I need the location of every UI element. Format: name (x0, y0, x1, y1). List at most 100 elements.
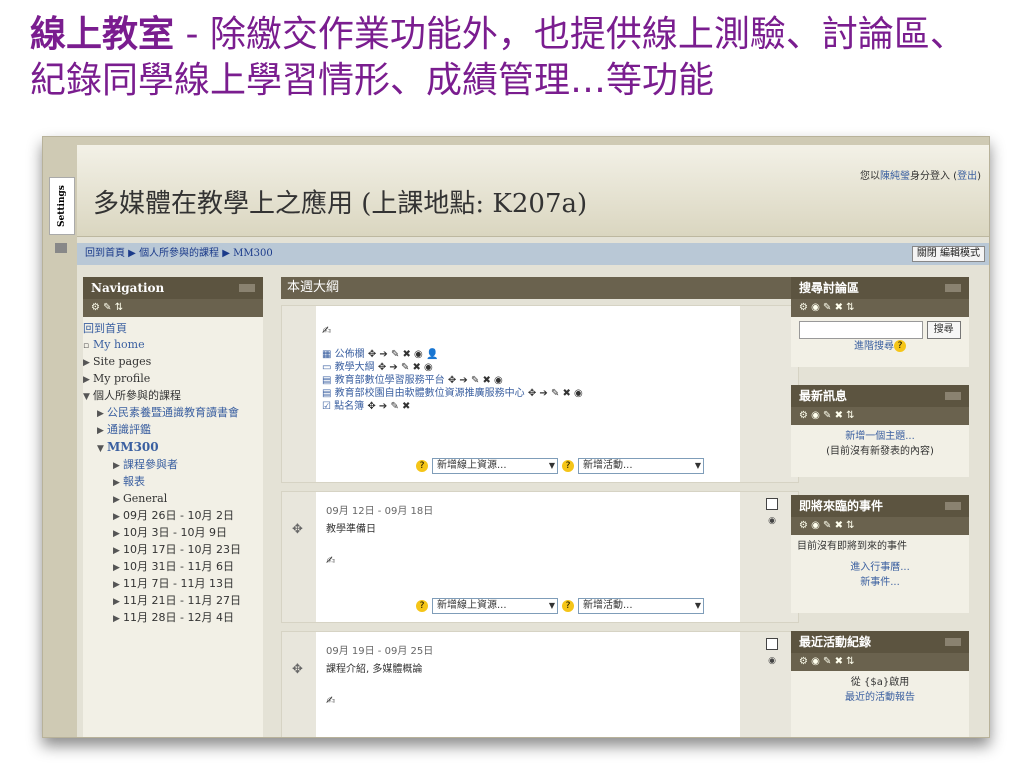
block-controls[interactable]: ⚙ ◉ ✎ ✖ ⇅ (791, 517, 969, 535)
search-button[interactable]: 搜尋 (926, 321, 961, 339)
highlight-checkbox[interactable] (766, 638, 778, 650)
add-resource-select[interactable]: 新增線上資源... ▼ (432, 458, 558, 474)
resource-item[interactable]: ▦ 公佈欄 ✥ ➔ ✎ ✖ ◉ 👤 (322, 348, 583, 361)
help-icon[interactable]: ? (416, 460, 428, 472)
user-link[interactable]: 陳純瑩 (880, 171, 910, 182)
nav-my-home[interactable]: ▫ My home (83, 337, 263, 354)
logout-link[interactable]: 登出 (957, 171, 977, 182)
add-activity-select[interactable]: 新增活動... ▼ (578, 458, 704, 474)
collapse-icon[interactable] (945, 284, 961, 292)
collapse-icon[interactable] (945, 392, 961, 400)
new-event-link[interactable]: 新事件... (797, 575, 963, 590)
nav-sub-item[interactable]: ▶ 報表 (83, 474, 263, 491)
resource-edit-icons[interactable]: ✥ ➔ ✎ ✖ ◉ (528, 388, 583, 399)
block-controls[interactable]: ⚙ ◉ ✎ ✖ ⇅ (791, 299, 969, 317)
nav-sub-item[interactable]: ▶ 11月 7日 - 11月 13日 (83, 576, 263, 593)
nav-my-profile-label: My profile (93, 372, 151, 385)
latest-news-block: 最新訊息 ⚙ ◉ ✎ ✖ ⇅ 新增一個主題... (目前沒有新發表的內容) (791, 385, 969, 477)
nav-sub-label: 10月 3日 - 10月 9日 (123, 526, 227, 539)
help-icon[interactable]: ? (562, 600, 574, 612)
dock-icon[interactable] (55, 243, 67, 253)
help-icon[interactable]: ? (416, 600, 428, 612)
block-controls[interactable]: ⚙ ✎ ⇅ (83, 299, 263, 317)
eye-icon[interactable]: ◉ (768, 516, 776, 526)
expand-icon: ▶ (97, 426, 104, 436)
nav-current-course[interactable]: ▼ MM300 (83, 439, 263, 457)
expand-icon: ▶ (83, 375, 90, 385)
add-resource-select[interactable]: 新增線上資源... ▼ (432, 598, 558, 614)
page-icon: ▤ (322, 388, 332, 399)
section-week-1: ✥ 09月 12日 - 09月 18日 教學準備日 ✍ ? 新增線上資源... ▼?… (281, 491, 799, 623)
nav-course-2[interactable]: ▶ 通識評鑑 (83, 422, 263, 439)
forum-icon: ▦ (322, 349, 332, 360)
collapse-icon[interactable] (945, 638, 961, 646)
moodle-screenshot: Settings 多媒體在教學上之應用 (上課地點: K207a) 您以陳純瑩身… (42, 136, 990, 738)
search-forums-block: 搜尋討論區 ⚙ ◉ ✎ ✖ ⇅ 搜尋 進階搜尋? (791, 277, 969, 367)
resource-name: 教育部校園自由軟體數位資源推廣服務中心 (334, 388, 525, 399)
week-summary: 教學準備日 (326, 524, 376, 535)
highlight-checkbox[interactable] (766, 498, 778, 510)
help-icon[interactable]: ? (562, 460, 574, 472)
resource-item[interactable]: ☑ 點名簿 ✥ ➔ ✎ ✖ (322, 400, 583, 413)
nav-sub-item[interactable]: ▶ 09月 26日 - 10月 2日 (83, 508, 263, 525)
resource-name: 公佈欄 (334, 349, 365, 360)
collapse-icon[interactable] (945, 502, 961, 510)
add-activity-label: 新增活動... (583, 460, 633, 471)
block-body: 新增一個主題... (目前沒有新發表的內容) (791, 425, 969, 463)
breadcrumb-home[interactable]: 回到首頁 (85, 248, 125, 259)
resource-edit-icons[interactable]: ✥ ➔ ✎ ✖ ◉ (448, 375, 503, 386)
breadcrumb-courses[interactable]: 個人所參與的課程 (139, 248, 219, 259)
advanced-search-link[interactable]: 進階搜尋? (797, 339, 963, 354)
nav-sub-item[interactable]: ▶ General (83, 491, 263, 508)
nav-sub-item[interactable]: ▶ 10月 31日 - 11月 6日 (83, 559, 263, 576)
resource-edit-icons[interactable]: ✥ ➔ ✎ ✖ ◉ (378, 362, 433, 373)
block-controls[interactable]: ⚙ ◉ ✎ ✖ ⇅ (791, 407, 969, 425)
resource-item[interactable]: ▭ 教學大綱 ✥ ➔ ✎ ✖ ◉ (322, 361, 583, 374)
resource-edit-icons[interactable]: ✥ ➔ ✎ ✖ (367, 401, 410, 412)
expand-icon: ▶ (113, 529, 120, 539)
expand-icon: ▶ (97, 409, 104, 419)
nav-my-courses[interactable]: ▼ 個人所參與的課程 (83, 388, 263, 405)
nav-sub-item[interactable]: ▶ 10月 3日 - 10月 9日 (83, 525, 263, 542)
navigation-tree: 回到首頁 ▫ My home ▶ Site pages ▶ My profile ▼ 個… (83, 317, 263, 631)
nav-sub-item[interactable]: ▶ 11月 21日 - 11月 27日 (83, 593, 263, 610)
add-topic-link[interactable]: 新增一個主題... (797, 429, 963, 444)
nav-site-pages[interactable]: ▶ Site pages (83, 354, 263, 371)
breadcrumb-current[interactable]: MM300 (233, 248, 273, 259)
add-row: ? 新增線上資源... ▼? 新增活動... ▼ (416, 458, 708, 474)
add-activity-select[interactable]: 新增活動... ▼ (578, 598, 704, 614)
slide-title-highlight: 線上教室 (30, 14, 175, 55)
edit-summary-icon[interactable]: ✍ (322, 324, 331, 337)
block-controls[interactable]: ⚙ ◉ ✎ ✖ ⇅ (791, 653, 969, 671)
resource-edit-icons[interactable]: ✥ ➔ ✎ ✖ ◉ 👤 (368, 349, 439, 360)
nav-sub-label: 報表 (123, 475, 145, 488)
resource-item[interactable]: ▤ 教育部數位學習服務平台 ✥ ➔ ✎ ✖ ◉ (322, 374, 583, 387)
nav-my-profile[interactable]: ▶ My profile (83, 371, 263, 388)
edit-mode-button[interactable]: 關閉 編輯模式 (911, 246, 985, 262)
block-body: 目前沒有即將到來的事件 進入行事曆... 新事件... (791, 535, 969, 594)
nav-sub-item[interactable]: ▶ 課程參與者 (83, 457, 263, 474)
move-icon[interactable]: ✥ (292, 522, 303, 537)
nav-home[interactable]: 回到首頁 (83, 321, 263, 337)
search-input[interactable] (799, 321, 924, 339)
expand-icon: ▶ (113, 614, 120, 624)
block-title: 搜尋討論區 (791, 277, 969, 299)
collapse-icon[interactable] (239, 284, 255, 292)
week-date: 09月 12日 - 09月 18日 (326, 506, 434, 517)
resource-item[interactable]: ▤ 教育部校園自由軟體數位資源推廣服務中心 ✥ ➔ ✎ ✖ ◉ (322, 387, 583, 400)
move-icon[interactable]: ✥ (292, 662, 303, 677)
edit-summary-icon[interactable]: ✍ (326, 554, 335, 567)
nav-sub-label: General (123, 492, 168, 505)
settings-tab[interactable]: Settings (49, 177, 75, 235)
nav-course-1[interactable]: ▶ 公民素養暨通識教育讀書會 (83, 405, 243, 422)
help-icon[interactable]: ? (894, 340, 906, 352)
nav-sub-item[interactable]: ▶ 10月 17日 - 10月 23日 (83, 542, 263, 559)
eye-icon[interactable]: ◉ (768, 656, 776, 666)
nav-my-home-label: My home (93, 338, 145, 351)
calendar-link[interactable]: 進入行事曆... (797, 560, 963, 575)
outline-heading: 本週大綱 (281, 277, 799, 299)
edit-summary-icon[interactable]: ✍ (326, 694, 335, 707)
login-mid: 身分登入 ( (910, 171, 958, 182)
activity-report-link[interactable]: 最近的活動報告 (797, 690, 963, 705)
nav-sub-item[interactable]: ▶ 11月 28日 - 12月 4日 (83, 610, 263, 627)
